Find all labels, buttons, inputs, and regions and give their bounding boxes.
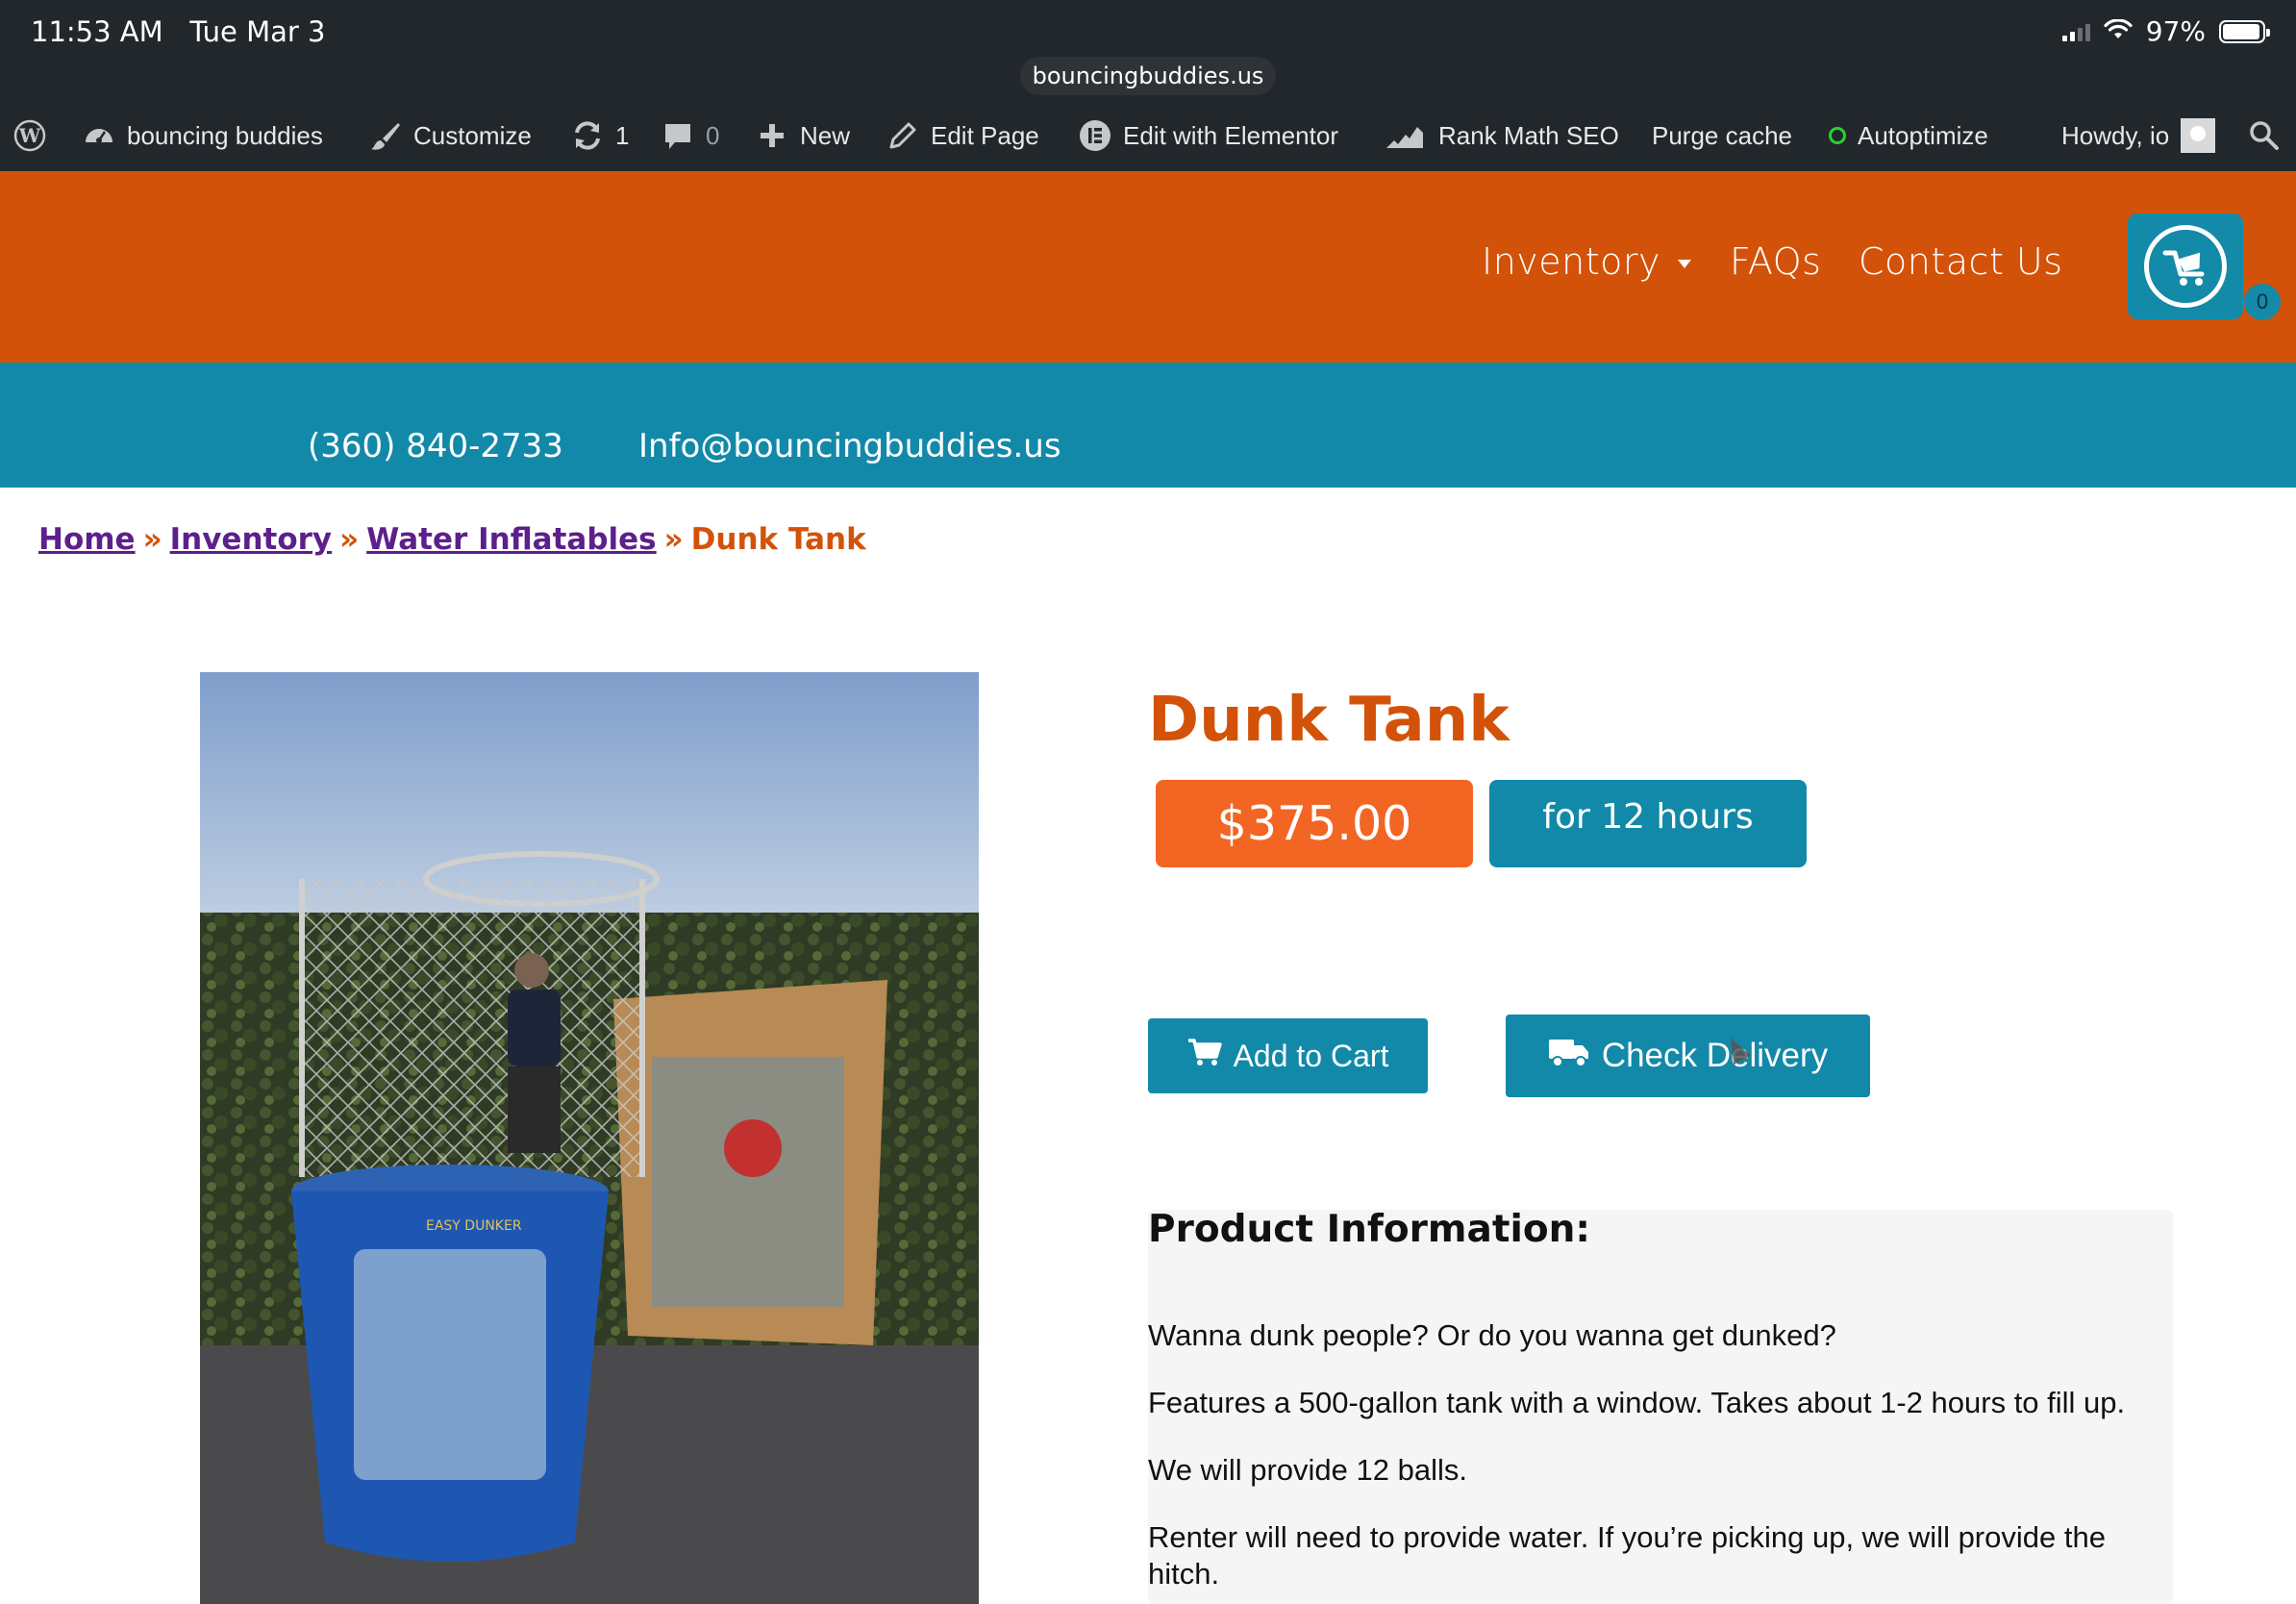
- add-to-cart-label: Add to Cart: [1233, 1038, 1389, 1073]
- product-info-paragraph: Features a 500-gallon tank with a window…: [1148, 1386, 2126, 1419]
- nav-inventory-label: Inventory: [1482, 240, 1661, 283]
- comments-link[interactable]: 0: [661, 100, 719, 171]
- new-content-menu[interactable]: New: [756, 100, 850, 171]
- url-pill[interactable]: bouncingbuddies.us: [1020, 57, 1276, 95]
- svg-text:W: W: [18, 124, 41, 147]
- status-indicators: 97%: [2061, 15, 2270, 47]
- breadcrumb-separator: »: [339, 522, 360, 557]
- avatar: [2181, 118, 2216, 153]
- updates-count: 1: [615, 120, 630, 150]
- updates-icon: [571, 119, 604, 152]
- add-to-cart-button[interactable]: Add to Cart: [1148, 1018, 1428, 1093]
- dashboard-icon: [83, 119, 115, 152]
- edit-elementor-label: Edit with Elementor: [1123, 120, 1338, 150]
- breadcrumb-current: Dunk Tank: [690, 522, 866, 557]
- comment-bubble-icon: [661, 119, 694, 152]
- site-header: Inventory FAQs Contact Us 0: [0, 171, 2296, 363]
- site-name-label: bouncing buddies: [127, 120, 323, 150]
- phone-link[interactable]: (360) 840-2733: [308, 427, 563, 465]
- product-info-paragraph: We will provide 12 balls.: [1148, 1453, 1467, 1487]
- edit-page-label: Edit Page: [931, 120, 1039, 150]
- autoptimize-status-icon: [1829, 127, 1846, 144]
- search-icon: [2248, 119, 2281, 152]
- product-info-paragraph: Renter will need to provide water. If yo…: [1148, 1520, 2106, 1591]
- cart-count-badge: 0: [2244, 284, 2281, 320]
- breadcrumb-inventory[interactable]: Inventory: [170, 522, 333, 557]
- customize-label: Customize: [413, 120, 532, 150]
- autoptimize-menu[interactable]: Autoptimize: [1829, 100, 1988, 171]
- elementor-icon: [1079, 119, 1111, 152]
- cellular-signal-icon: [2061, 22, 2090, 41]
- product-info-heading: Product Information:: [1148, 1208, 1591, 1251]
- customize-link[interactable]: Customize: [369, 100, 532, 171]
- status-time-date: 11:53 AM Tue Mar 3: [31, 15, 325, 48]
- caret-down-icon: [1678, 260, 1692, 268]
- rank-math-menu[interactable]: Rank Math SEO: [1385, 100, 1619, 171]
- ios-status-bar: 11:53 AM Tue Mar 3 97% bouncingbuddies.u…: [0, 0, 2296, 100]
- price-badge: $375.00: [1156, 780, 1473, 867]
- check-delivery-button[interactable]: Check Delivery: [1506, 1015, 1870, 1097]
- wordpress-logo-button[interactable]: W: [13, 100, 46, 171]
- rank-math-icon: [1385, 119, 1427, 152]
- paintbrush-icon: [369, 119, 402, 152]
- cart-icon: [1187, 1038, 1222, 1074]
- nav-inventory[interactable]: Inventory: [1482, 240, 1692, 283]
- wp-admin-bar: W bouncing buddies Customize 1 0 New Edi…: [0, 100, 2296, 171]
- purge-cache-label: Purge cache: [1652, 120, 1792, 150]
- rental-period-badge: for 12 hours: [1489, 780, 1807, 867]
- product-image[interactable]: EASY DUNKER: [200, 672, 979, 1604]
- delivery-truck-icon: [1548, 1036, 1590, 1077]
- rank-math-label: Rank Math SEO: [1438, 120, 1619, 150]
- cart-button[interactable]: [2128, 213, 2243, 319]
- nav-contact-us[interactable]: Contact Us: [1859, 240, 2063, 283]
- breadcrumb-home[interactable]: Home: [38, 522, 136, 557]
- plus-icon: [756, 119, 788, 152]
- howdy-label: Howdy, io: [2061, 120, 2170, 150]
- edit-elementor-link[interactable]: Edit with Elementor: [1079, 100, 1338, 171]
- contact-bar: (360) 840-2733 Info@bouncingbuddies.us: [0, 363, 2296, 488]
- cart-icon: [2144, 225, 2227, 308]
- product-info-paragraph: Wanna dunk people? Or do you wanna get d…: [1148, 1318, 1836, 1352]
- nav-faqs[interactable]: FAQs: [1730, 240, 1821, 283]
- edit-page-link[interactable]: Edit Page: [886, 100, 1039, 171]
- tank-label: EASY DUNKER: [426, 1218, 522, 1234]
- pencil-icon: [886, 119, 919, 152]
- breadcrumb-separator: »: [142, 522, 162, 557]
- battery-percent: 97%: [2145, 15, 2206, 47]
- purge-cache-link[interactable]: Purge cache: [1652, 100, 1792, 171]
- status-time: 11:53 AM: [31, 15, 163, 48]
- wifi-icon: [2104, 15, 2133, 47]
- site-name-menu[interactable]: bouncing buddies: [83, 100, 323, 171]
- breadcrumb-separator: »: [663, 522, 684, 557]
- updates-link[interactable]: 1: [571, 100, 629, 171]
- battery-icon: [2219, 19, 2270, 43]
- new-label: New: [800, 120, 851, 150]
- breadcrumb: Home» Inventory» Water Inflatables» Dunk Ta…: [38, 522, 866, 557]
- admin-search-button[interactable]: [2248, 100, 2281, 171]
- autoptimize-label: Autoptimize: [1858, 120, 1988, 150]
- product-title: Dunk Tank: [1148, 685, 1510, 756]
- comments-count: 0: [706, 120, 720, 150]
- user-account-menu[interactable]: Howdy, io: [2061, 100, 2216, 171]
- status-date: Tue Mar 3: [189, 15, 326, 48]
- breadcrumb-water-inflatables[interactable]: Water Inflatables: [366, 522, 656, 557]
- check-delivery-label: Check Delivery: [1601, 1037, 1829, 1074]
- email-link[interactable]: Info@bouncingbuddies.us: [638, 427, 1061, 465]
- wordpress-icon: W: [13, 119, 46, 152]
